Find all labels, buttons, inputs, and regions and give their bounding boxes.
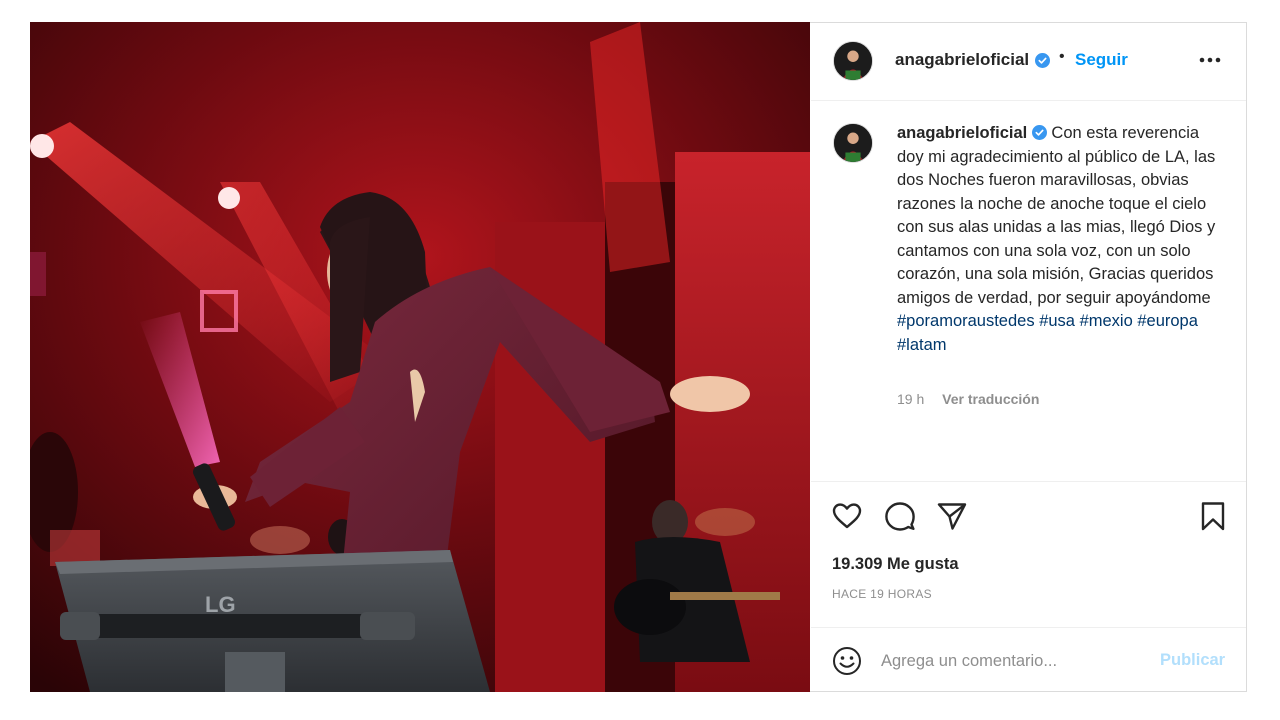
- likes-count[interactable]: 19.309 Me gusta: [832, 555, 959, 574]
- hashtag-link[interactable]: #usa: [1039, 312, 1075, 330]
- caption-time[interactable]: 19 h: [897, 391, 924, 407]
- post-time-ago[interactable]: HACE 19 HORAS: [832, 587, 932, 601]
- separator-dot: •: [1059, 48, 1065, 65]
- caption-meta: 19 h Ver traducción: [897, 391, 1039, 407]
- bookmark-icon[interactable]: [1197, 500, 1229, 532]
- caption-text: anagabrieloficial Con esta reverencia do…: [897, 122, 1217, 357]
- caption-body: Con esta reverencia doy mi agradecimient…: [897, 124, 1216, 307]
- comment-bar: Publicar: [811, 627, 1246, 692]
- hashtag-link[interactable]: #mexio: [1080, 312, 1133, 330]
- emoji-smile-icon[interactable]: [832, 646, 862, 676]
- caption-area: anagabrieloficial Con esta reverencia do…: [811, 101, 1246, 481]
- follow-button[interactable]: Seguir: [1075, 50, 1128, 70]
- username-link[interactable]: anagabrieloficial: [895, 50, 1029, 70]
- verified-badge-icon: [1035, 53, 1050, 68]
- post-side-panel: anagabrieloficial • Seguir anagabrielofi…: [811, 23, 1246, 691]
- hashtag-link[interactable]: #latam: [897, 336, 947, 354]
- post-photo[interactable]: LG: [30, 22, 810, 692]
- publish-button[interactable]: Publicar: [1160, 651, 1225, 670]
- caption-avatar[interactable]: [833, 123, 873, 163]
- hashtag-link[interactable]: #europa: [1137, 312, 1198, 330]
- photo-watermark: LG: [205, 592, 236, 617]
- verified-badge-icon: [1031, 125, 1047, 140]
- avatar[interactable]: [833, 41, 873, 81]
- heart-icon[interactable]: [831, 500, 863, 532]
- more-horizontal-icon[interactable]: [1197, 48, 1223, 72]
- comment-input[interactable]: [881, 646, 1151, 676]
- translate-link[interactable]: Ver traducción: [942, 391, 1039, 407]
- caption-username[interactable]: anagabrieloficial: [897, 124, 1027, 142]
- action-bar: 19.309 Me gusta HACE 19 HORAS: [811, 481, 1246, 628]
- hashtag-link[interactable]: #poramoraustedes: [897, 312, 1035, 330]
- comment-bubble-icon[interactable]: [884, 500, 916, 532]
- send-paper-plane-icon[interactable]: [936, 500, 968, 532]
- post-header: anagabrieloficial • Seguir: [811, 23, 1246, 101]
